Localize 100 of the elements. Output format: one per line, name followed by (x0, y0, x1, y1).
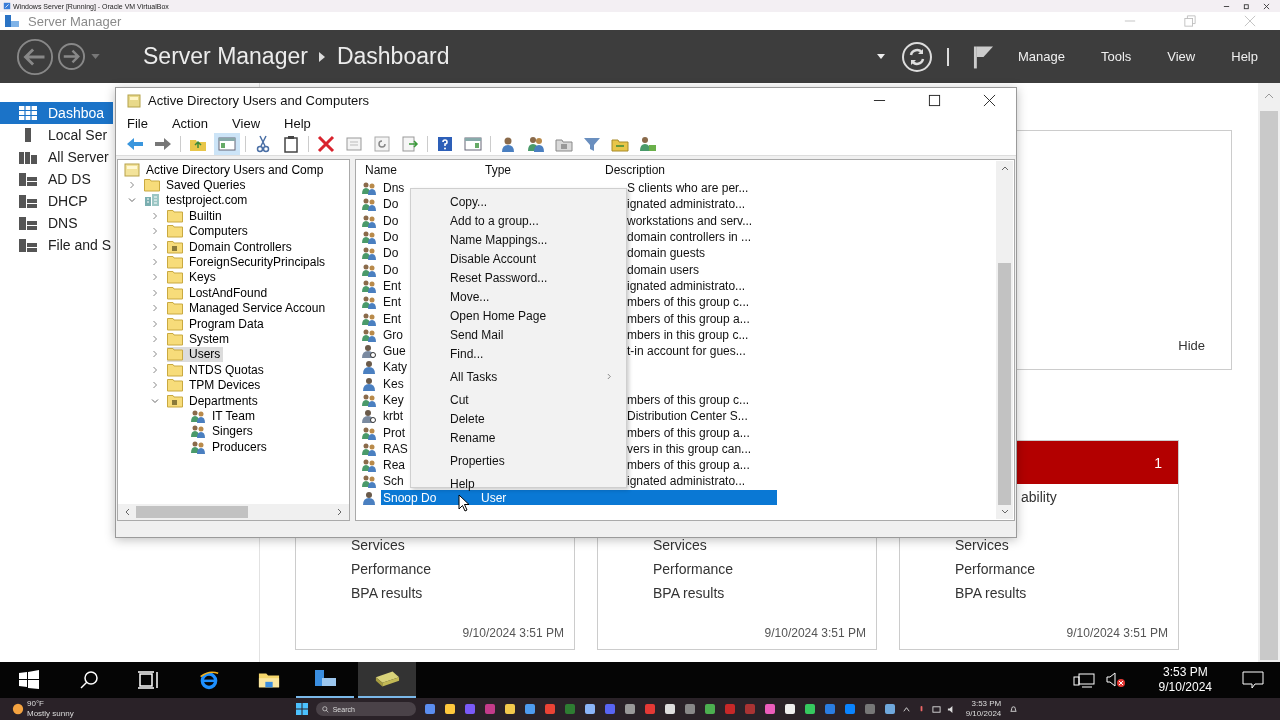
menu-item[interactable]: View (1167, 49, 1196, 64)
group-icon[interactable] (527, 135, 545, 153)
column-header[interactable]: Name (361, 163, 481, 177)
scroll-left-icon[interactable] (124, 508, 130, 516)
menu-item[interactable]: Move... (411, 287, 626, 306)
sidebar-item[interactable]: DNS (0, 212, 113, 234)
bell-icon[interactable] (1009, 704, 1019, 714)
scrollbar[interactable] (996, 161, 1013, 519)
tree-item[interactable]: Builtin (167, 208, 225, 224)
tree-item[interactable]: Singers (190, 423, 256, 439)
scroll-down-icon[interactable] (1000, 509, 1009, 515)
app-icon[interactable] (583, 703, 596, 715)
tree-item[interactable]: Departments (167, 393, 261, 409)
menu-item[interactable]: Tools (1100, 49, 1132, 64)
tile-link[interactable]: BPA results (351, 585, 423, 601)
tile-link[interactable]: Performance (955, 561, 1036, 577)
filter-icon[interactable] (583, 135, 601, 153)
app-icon[interactable] (783, 703, 796, 715)
scroll-thumb[interactable] (1260, 111, 1278, 660)
chevron-up-icon[interactable] (901, 704, 911, 714)
menu-item[interactable]: Cut (411, 390, 626, 409)
menu-item[interactable]: Find... (411, 344, 626, 363)
scroll-right-icon[interactable] (337, 508, 343, 516)
user-icon[interactable] (499, 135, 517, 153)
tree-item[interactable]: testproject.com (144, 192, 251, 208)
scrollbar[interactable] (118, 504, 349, 520)
tree-item[interactable]: LostAndFound (167, 285, 271, 301)
sidebar-item[interactable]: All Server (0, 146, 113, 168)
app-icon[interactable] (443, 703, 456, 715)
help-icon[interactable] (436, 135, 454, 153)
forward-icon[interactable] (57, 42, 86, 71)
back-icon[interactable] (16, 37, 54, 76)
app-icon[interactable] (663, 703, 676, 715)
menu-item[interactable]: Open Home Page (411, 306, 626, 325)
sidebar-item[interactable]: AD DS (0, 168, 113, 190)
network-icon[interactable] (931, 704, 941, 714)
sidebar-item[interactable]: Dashboa (0, 102, 113, 124)
scrollbar[interactable] (1258, 83, 1280, 662)
weather-icon[interactable] (12, 703, 24, 715)
tree-item[interactable]: Program Data (167, 316, 267, 332)
tree-item[interactable]: IT Team (190, 408, 258, 424)
task-view-icon[interactable] (138, 670, 160, 690)
tree-item[interactable]: System (167, 331, 232, 347)
tile-link[interactable]: Performance (351, 561, 432, 577)
menu-item[interactable]: Manage (1017, 49, 1065, 64)
tree-item[interactable]: Keys (167, 269, 219, 285)
scissors-icon[interactable] (254, 135, 272, 153)
tree-item[interactable]: TPM Devices (167, 377, 264, 393)
sidebar-item[interactable]: File and S (0, 234, 113, 256)
close-icon[interactable] (983, 94, 996, 107)
menu-item[interactable]: Disable Account (411, 249, 626, 268)
breadcrumb-root[interactable]: Server Manager (143, 43, 308, 70)
volume-muted-icon[interactable] (1104, 672, 1127, 688)
tree-item[interactable]: NTDS Quotas (167, 362, 267, 378)
tree-item[interactable]: Active Directory Users and Comp (124, 162, 327, 178)
app-icon[interactable] (623, 703, 636, 715)
tile-link[interactable]: Services (653, 537, 707, 553)
menu-item[interactable]: Reset Password... (411, 268, 626, 287)
drive-icon[interactable] (374, 669, 400, 689)
menu-item[interactable]: File (127, 115, 148, 131)
forward-icon[interactable] (154, 135, 172, 153)
server-manager-icon[interactable] (312, 669, 338, 689)
aduc-taskbar-button[interactable] (358, 662, 416, 698)
back-icon[interactable] (126, 135, 144, 153)
scroll-thumb[interactable] (998, 263, 1011, 505)
flag-icon[interactable] (972, 44, 994, 69)
group-icon[interactable] (639, 135, 657, 153)
close-icon[interactable] (1263, 2, 1270, 10)
windows-icon[interactable] (295, 703, 308, 715)
clipboard-icon[interactable] (282, 135, 300, 153)
restore-icon[interactable] (1243, 2, 1250, 10)
browser-icon[interactable] (198, 670, 220, 690)
network-icon[interactable] (1072, 672, 1095, 688)
menu-item[interactable]: Rename (411, 428, 626, 447)
menu-item[interactable]: Action (171, 115, 209, 131)
tile-link[interactable]: Performance (653, 561, 734, 577)
menu-item[interactable]: View (232, 115, 261, 131)
sidebar-item[interactable]: DHCP (0, 190, 113, 212)
menu-item[interactable]: Help (284, 115, 311, 131)
menu-item[interactable]: Help (411, 474, 626, 493)
app-icon[interactable] (703, 703, 716, 715)
tree-item[interactable]: Domain Controllers (167, 239, 295, 255)
list-row[interactable]: Snoop Do User (381, 490, 777, 506)
tree-item[interactable]: ForeignSecurityPrincipals (167, 254, 329, 270)
export-icon[interactable] (401, 135, 419, 153)
menu-item[interactable]: Add to a group... (411, 211, 626, 230)
maximize-icon[interactable] (928, 94, 941, 107)
sidebar-item[interactable]: Local Ser (0, 124, 113, 146)
menu-item[interactable]: Properties (411, 451, 626, 470)
hide-link[interactable]: Hide (1178, 338, 1205, 353)
tile-link[interactable]: BPA results (955, 585, 1027, 601)
caret-icon[interactable] (876, 54, 885, 59)
windows-icon[interactable] (18, 670, 40, 690)
tree-item[interactable]: Saved Queries (144, 177, 249, 193)
search-icon[interactable] (78, 670, 100, 690)
tile-link[interactable]: BPA results (653, 585, 725, 601)
menu-item[interactable]: Help (1231, 49, 1258, 64)
app-icon[interactable] (523, 703, 536, 715)
scroll-up-icon[interactable] (1264, 93, 1274, 99)
tree-item[interactable]: Computers (167, 223, 251, 239)
